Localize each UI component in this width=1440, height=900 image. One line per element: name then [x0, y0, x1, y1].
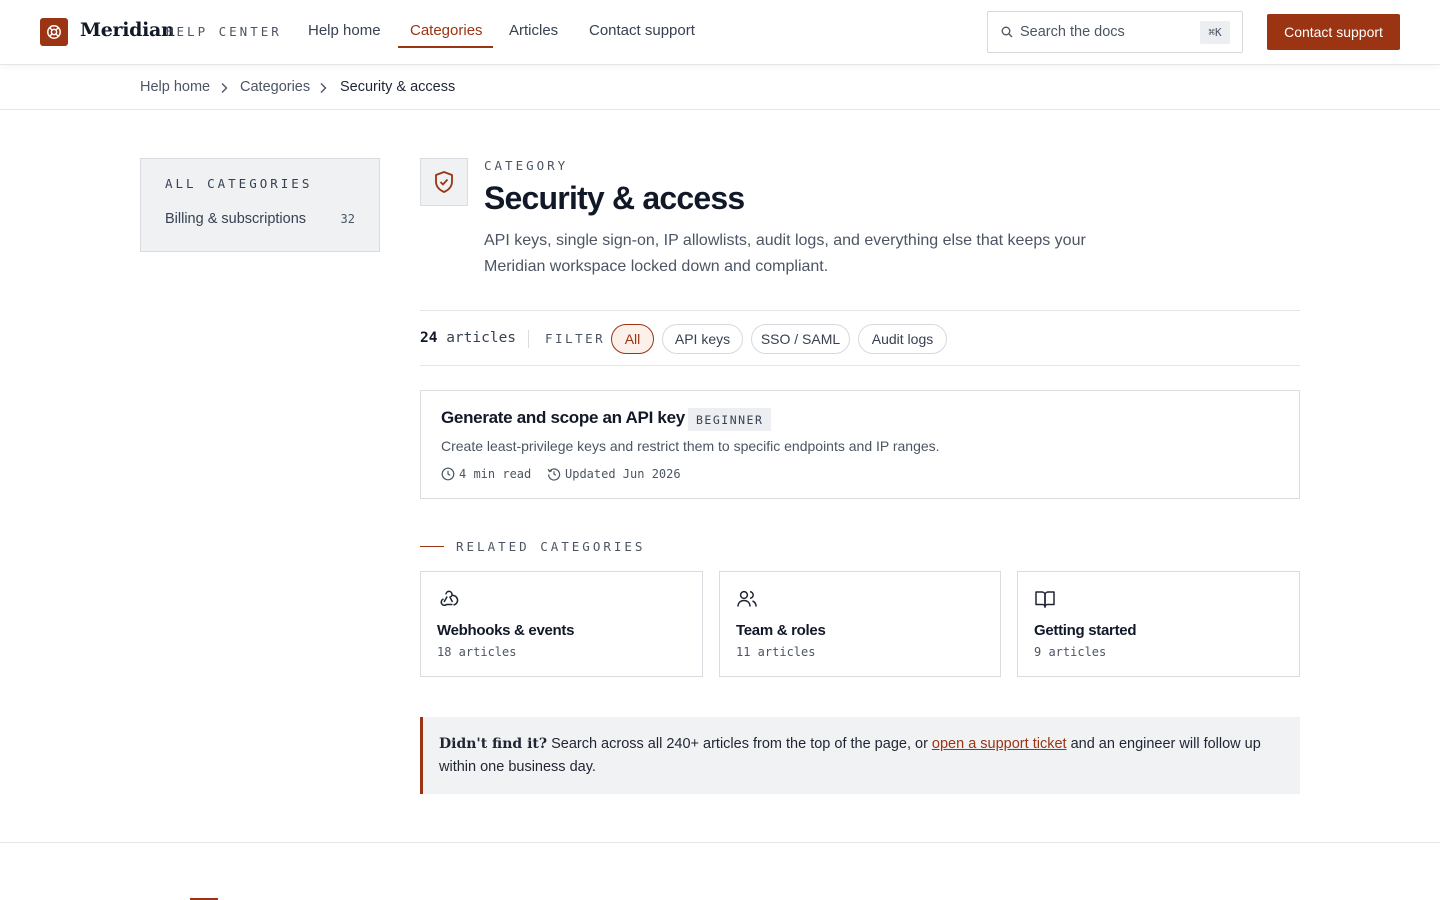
related-card-count: 9 articles [1034, 645, 1107, 659]
callout-text: Didn't find it? Search across all 240+ a… [439, 736, 1261, 775]
article-count: 24 articles [420, 330, 517, 346]
nav-articles[interactable]: Articles [509, 22, 558, 39]
users-icon [737, 590, 757, 607]
related-card-count: 11 articles [736, 645, 816, 659]
book-open-icon [1035, 591, 1055, 608]
related-card-title: Team & roles [736, 622, 826, 639]
updated-date: Updated Jun 2026 [547, 467, 681, 481]
chevron-right-icon [221, 83, 228, 93]
nav-contact-support[interactable]: Contact support [589, 22, 695, 39]
callout-heading: Didn't find it? [439, 736, 548, 752]
search-icon [1001, 26, 1013, 38]
footer-divider [0, 842, 1440, 843]
search-shortcut: ⌘K [1200, 21, 1230, 44]
breadcrumb-help-home[interactable]: Help home [140, 79, 210, 95]
history-icon [547, 468, 561, 481]
article-description: Create least-privilege keys and restrict… [441, 438, 940, 454]
category-icon-box [420, 158, 468, 206]
section-accent-line [420, 546, 444, 547]
read-time: 4 min read [441, 467, 531, 481]
clock-icon [441, 467, 455, 481]
search-input[interactable]: Search the docs ⌘K [987, 11, 1243, 53]
category-description: API keys, single sign-on, IP allowlists,… [484, 232, 1086, 275]
filter-bar: 24 articles FILTER All API keys SSO / SA… [420, 310, 1300, 366]
category-sidebar: ALL CATEGORIES Billing & subscriptions 3… [140, 158, 380, 252]
breadcrumb: Help home Categories Security & access [0, 65, 1440, 110]
filter-chip-api-keys[interactable]: API keys [662, 324, 743, 354]
filter-divider [528, 330, 529, 348]
article-card[interactable]: Generate and scope an API key BEGINNER C… [420, 390, 1300, 499]
article-title[interactable]: Generate and scope an API key [441, 408, 685, 428]
search-placeholder: Search the docs [1020, 24, 1125, 40]
filter-chip-sso-saml[interactable]: SSO / SAML [751, 324, 850, 354]
page-title: Security & access [484, 180, 745, 216]
shield-check-icon [435, 171, 453, 193]
related-card-title: Webhooks & events [437, 622, 575, 639]
webhook-icon [440, 590, 459, 606]
category-eyebrow: CATEGORY [484, 158, 569, 173]
nav-help-home[interactable]: Help home [308, 22, 381, 39]
brand-subtitle: HELP CENTER [166, 24, 282, 39]
filter-label: FILTER [545, 331, 606, 346]
logo-icon[interactable] [40, 18, 68, 46]
contact-support-button[interactable]: Contact support [1267, 14, 1400, 50]
sidebar-heading: ALL CATEGORIES [165, 176, 313, 191]
level-badge: BEGINNER [688, 408, 772, 431]
support-ticket-link[interactable]: open a support ticket [932, 736, 1067, 752]
chevron-right-icon [320, 83, 327, 93]
sidebar-item-count: 32 [340, 212, 355, 226]
active-nav-indicator [398, 46, 493, 48]
filter-chip-audit-logs[interactable]: Audit logs [858, 324, 947, 354]
brand-name[interactable]: Meridian [80, 19, 175, 41]
related-card-count: 18 articles [437, 645, 517, 659]
related-card-getting-started[interactable]: Getting started 9 articles [1017, 571, 1300, 677]
filter-chip-all[interactable]: All [611, 324, 654, 354]
breadcrumb-categories[interactable]: Categories [240, 79, 310, 95]
related-card-team-roles[interactable]: Team & roles 11 articles [719, 571, 1001, 677]
help-callout: Didn't find it? Search across all 240+ a… [420, 717, 1300, 794]
sidebar-item-billing[interactable]: Billing & subscriptions [165, 211, 306, 227]
breadcrumb-current: Security & access [340, 79, 456, 95]
top-header: Meridian HELP CENTER Help home Categorie… [0, 0, 1440, 65]
related-card-title: Getting started [1034, 622, 1137, 639]
related-heading: RELATED CATEGORIES [456, 539, 646, 554]
related-card-webhooks[interactable]: Webhooks & events 18 articles [420, 571, 703, 677]
nav-categories[interactable]: Categories [410, 22, 483, 39]
